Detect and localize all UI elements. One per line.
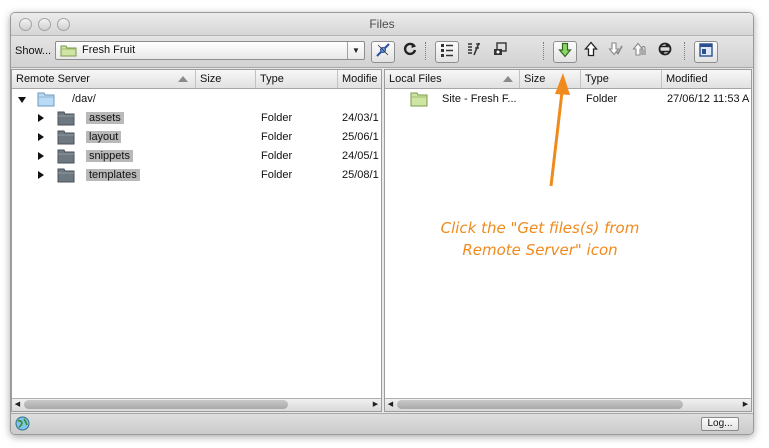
table-row[interactable]: snippets Folder 24/05/1: [12, 147, 381, 166]
site-select-value: Fresh Fruit: [82, 44, 136, 56]
status-bar: Log...: [11, 413, 753, 434]
folder-icon: [57, 109, 75, 129]
local-col-size[interactable]: Size: [520, 70, 581, 88]
connect-icon: [375, 42, 391, 63]
sort-ascending-icon: [178, 76, 188, 82]
disclosure-closed-icon[interactable]: [38, 114, 44, 122]
toolbar-separator: [543, 42, 545, 60]
expand-collapse-icon: [698, 42, 714, 63]
scroll-right-icon[interactable]: ▶: [370, 399, 381, 411]
remote-column-header: Remote Server Size Type Modifie: [12, 70, 381, 89]
show-label: Show...: [15, 45, 52, 57]
remote-item-name: snippets: [86, 150, 133, 162]
get-files-button[interactable]: [553, 41, 577, 63]
root-folder-icon: [37, 90, 55, 110]
disclosure-open-icon[interactable]: [18, 97, 26, 103]
local-item-name: Site - Fresh F...: [442, 93, 517, 105]
remote-item-modified: 24/03/1: [342, 112, 379, 124]
remote-horizontal-scrollbar[interactable]: ◀ ▶: [12, 398, 381, 411]
remote-col-size[interactable]: Size: [196, 70, 256, 88]
remote-col-type[interactable]: Type: [256, 70, 338, 88]
disclosure-closed-icon[interactable]: [38, 133, 44, 141]
site-manage-icon: [492, 41, 508, 62]
check-out-button[interactable]: [604, 41, 626, 61]
annotation-line-1: Click the "Get files(s) from: [440, 219, 640, 237]
remote-root-label: /dav/: [72, 93, 96, 105]
table-row[interactable]: layout Folder 25/06/1: [12, 128, 381, 147]
synchronize-icon: [657, 41, 673, 62]
remote-item-name: layout: [86, 131, 122, 143]
refresh-button[interactable]: [399, 41, 421, 61]
expand-collapse-button[interactable]: [694, 41, 718, 63]
scroll-thumb[interactable]: [397, 400, 683, 409]
local-item-type: Folder: [586, 93, 618, 105]
remote-col-modified[interactable]: Modifie: [338, 70, 381, 88]
remote-item-name: templates: [86, 169, 140, 181]
refresh-icon: [402, 41, 418, 62]
expand-view-button[interactable]: [435, 41, 459, 63]
sync-view-button[interactable]: [463, 41, 485, 61]
local-col-name[interactable]: Local Files: [385, 70, 520, 88]
check-in-button[interactable]: [629, 41, 651, 61]
remote-item-type: Folder: [261, 169, 293, 181]
disclosure-closed-icon[interactable]: [38, 171, 44, 179]
status-globe-icon: [15, 416, 30, 434]
annotation-callout: Click the "Get files(s) from Remote Serv…: [400, 217, 680, 261]
check-out-icon: [607, 41, 623, 62]
remote-item-type: Folder: [261, 131, 293, 143]
site-folder-icon: [410, 90, 428, 110]
toolbar-separator: [684, 42, 686, 60]
local-column-header: Local Files Size Type Modified: [385, 70, 751, 89]
remote-root-row[interactable]: /dav/: [12, 90, 381, 109]
toolbar-separator: [425, 42, 427, 60]
remote-item-type: Folder: [261, 112, 293, 124]
folder-icon: [57, 128, 75, 148]
sync-view-icon: [466, 41, 482, 62]
connect-button[interactable]: [371, 41, 395, 63]
title-bar: Files: [11, 13, 753, 36]
get-files-icon: [557, 42, 573, 63]
local-item-modified: 27/06/12 11:53 A: [667, 93, 750, 105]
remote-col-name[interactable]: Remote Server: [12, 70, 196, 88]
toolbar: Show... Fresh Fruit ▼: [11, 36, 753, 68]
scroll-left-icon[interactable]: ◀: [385, 399, 396, 411]
local-col-type[interactable]: Type: [581, 70, 662, 88]
remote-item-modified: 25/06/1: [342, 131, 379, 143]
annotation-line-2: Remote Server" icon: [462, 241, 618, 259]
put-files-icon: [583, 40, 599, 62]
remote-item-type: Folder: [261, 150, 293, 162]
site-select[interactable]: Fresh Fruit ▼: [55, 41, 365, 60]
expand-view-icon: [439, 42, 455, 63]
table-row[interactable]: Site - Fresh F... Folder 27/06/12 11:53 …: [385, 90, 751, 109]
remote-item-modified: 25/08/1: [342, 169, 379, 181]
put-files-button[interactable]: [580, 40, 602, 62]
site-manage-button[interactable]: [489, 41, 511, 61]
local-horizontal-scrollbar[interactable]: ◀ ▶: [385, 398, 751, 411]
check-in-icon: [632, 41, 648, 62]
remote-item-modified: 24/05/1: [342, 150, 379, 162]
scroll-right-icon[interactable]: ▶: [740, 399, 751, 411]
log-button[interactable]: Log...: [701, 417, 739, 431]
table-row[interactable]: templates Folder 25/08/1: [12, 166, 381, 185]
local-col-modified[interactable]: Modified: [662, 70, 751, 88]
remote-server-pane: Remote Server Size Type Modifie /dav/ as…: [11, 69, 382, 412]
sort-ascending-icon: [503, 76, 513, 82]
folder-icon: [57, 147, 75, 167]
scroll-left-icon[interactable]: ◀: [12, 399, 23, 411]
folder-icon: [57, 166, 75, 186]
scroll-thumb[interactable]: [24, 400, 288, 409]
site-folder-icon: [60, 44, 78, 62]
disclosure-closed-icon[interactable]: [38, 152, 44, 160]
remote-item-name: assets: [86, 112, 124, 124]
window-title: Files: [369, 17, 395, 31]
synchronize-button[interactable]: [654, 41, 676, 61]
table-row[interactable]: assets Folder 24/03/1: [12, 109, 381, 128]
chevron-down-icon[interactable]: ▼: [347, 42, 364, 59]
